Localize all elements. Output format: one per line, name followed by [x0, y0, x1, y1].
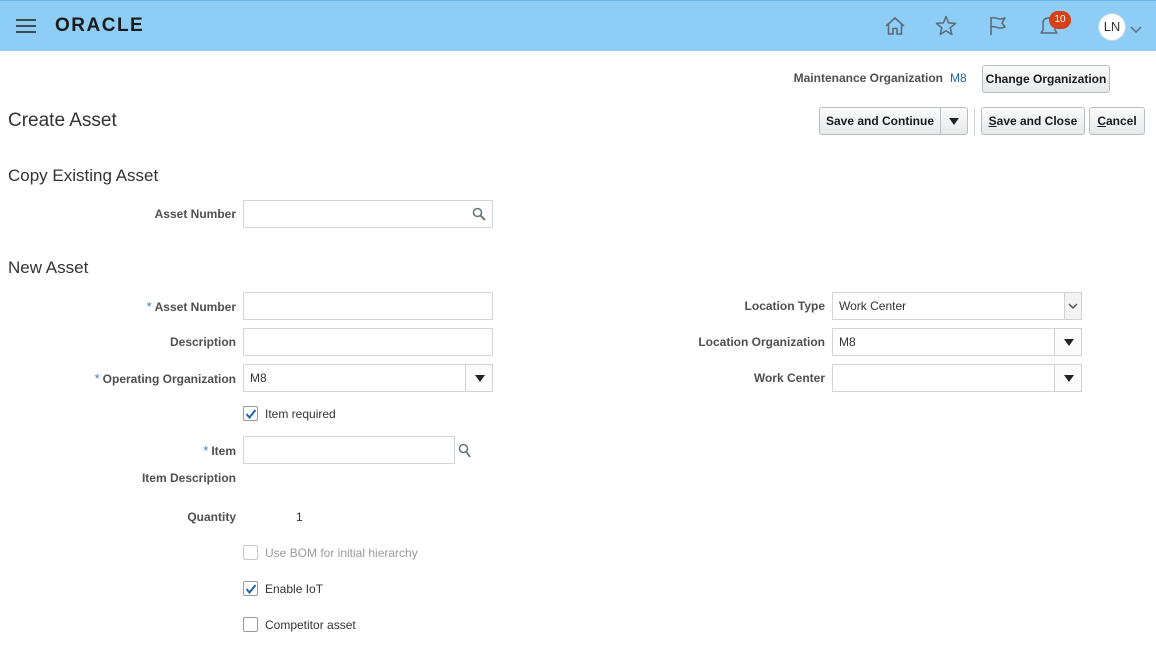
dropdown-arrow-icon [949, 118, 959, 125]
cancel-button[interactable]: Cancel [1089, 107, 1145, 135]
toolbar-divider [974, 108, 975, 136]
chevron-down-icon [1068, 303, 1078, 309]
required-indicator: * [203, 443, 209, 458]
location-type-dropdown-button[interactable] [1064, 292, 1082, 320]
description-label: Description [169, 335, 236, 349]
maintenance-org-link[interactable]: M8 [950, 71, 967, 85]
page-title: Create Asset [8, 110, 117, 131]
location-type-select[interactable]: Work Center [832, 292, 1082, 320]
search-icon[interactable] [472, 207, 486, 221]
save-close-label: ave and Close [996, 114, 1078, 128]
item-label: * Item [60, 443, 236, 458]
hamburger-icon[interactable] [16, 19, 36, 33]
quantity-label: Quantity [187, 510, 236, 524]
asset-number-input[interactable] [243, 292, 493, 320]
operating-organization-label-text: Operating Organization [102, 372, 236, 386]
location-type-label: Location Type [744, 299, 825, 313]
location-organization-select[interactable]: M8 [832, 328, 1082, 356]
checkmark-icon [245, 584, 257, 595]
flag-icon[interactable] [985, 13, 1011, 39]
dropdown-arrow-icon [1064, 375, 1074, 382]
item-search-icon[interactable] [458, 443, 472, 459]
copy-asset-number-label: Asset Number [154, 207, 236, 221]
change-organization-button[interactable]: Change Organization [982, 65, 1110, 93]
asset-number-label: * Asset Number [60, 299, 236, 314]
description-input[interactable] [243, 328, 493, 356]
required-indicator: * [94, 371, 100, 386]
item-required-checkbox[interactable] [243, 406, 258, 421]
item-description-label: Item Description [141, 471, 236, 485]
competitor-asset-checkbox[interactable] [243, 617, 258, 632]
competitor-asset-label: Competitor asset [265, 618, 356, 632]
work-center-dropdown-button[interactable] [1054, 364, 1082, 392]
asset-number-label-text: Asset Number [154, 300, 236, 314]
chevron-down-icon[interactable] [1130, 23, 1142, 34]
oracle-logo: ORACLE [55, 15, 145, 36]
location-organization-value: M8 [839, 335, 856, 349]
save-close-mnemonic: S [988, 114, 997, 128]
work-center-label: Work Center [753, 371, 825, 385]
enable-iot-checkbox[interactable] [243, 581, 258, 596]
favorites-star-icon[interactable] [933, 13, 959, 39]
use-bom-label: Use BOM for initial hierarchy [265, 546, 418, 560]
required-indicator: * [146, 299, 152, 314]
item-required-label: Item required [265, 407, 336, 421]
maintenance-org-label: Maintenance Organization [793, 71, 943, 85]
global-header: ORACLE 10 LN [0, 0, 1156, 51]
dropdown-arrow-icon [1064, 339, 1074, 346]
operating-organization-label: * Operating Organization [40, 371, 236, 386]
new-asset-heading: New Asset [8, 258, 89, 277]
copy-existing-asset-heading: Copy Existing Asset [8, 166, 159, 185]
save-and-continue-button[interactable]: Save and Continue [819, 107, 941, 135]
item-label-text: Item [211, 444, 236, 458]
use-bom-checkbox[interactable] [243, 545, 258, 560]
work-center-select[interactable] [832, 364, 1082, 392]
operating-organization-dropdown-button[interactable] [465, 364, 493, 392]
cancel-label: ancel [1105, 114, 1137, 128]
save-options-dropdown[interactable] [940, 107, 968, 135]
cancel-mnemonic: C [1097, 114, 1106, 128]
dropdown-arrow-icon [475, 375, 485, 382]
copy-asset-number-input[interactable] [243, 200, 493, 228]
operating-organization-value: M8 [250, 371, 267, 385]
quantity-value: 1 [296, 510, 303, 524]
location-organization-label: Location Organization [698, 335, 825, 349]
home-icon[interactable] [882, 13, 908, 39]
notification-count-badge: 10 [1049, 11, 1071, 29]
checkmark-icon [245, 409, 257, 420]
save-and-close-button[interactable]: Save and Close [981, 107, 1085, 135]
location-organization-dropdown-button[interactable] [1054, 328, 1082, 356]
location-type-value: Work Center [839, 299, 907, 313]
operating-organization-select[interactable]: M8 [243, 364, 493, 392]
enable-iot-label: Enable IoT [265, 582, 324, 596]
item-input[interactable] [243, 436, 455, 464]
user-avatar[interactable]: LN [1098, 13, 1126, 41]
